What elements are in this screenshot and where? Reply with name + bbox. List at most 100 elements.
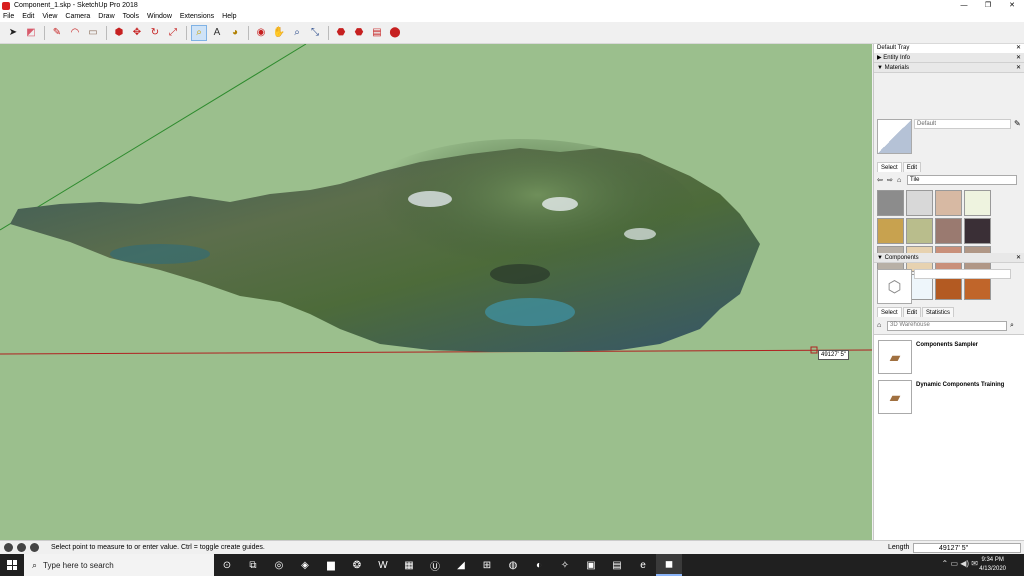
menu-window[interactable]: Window bbox=[147, 13, 172, 20]
material-preview[interactable] bbox=[877, 119, 912, 154]
shapes-tool[interactable]: ▭ bbox=[86, 26, 100, 40]
home-icon[interactable]: ⌂ bbox=[877, 322, 887, 329]
user-icon[interactable] bbox=[30, 543, 39, 552]
text-tool[interactable]: A bbox=[210, 26, 224, 40]
taskbar-app-icon[interactable]: Ⓤ bbox=[422, 554, 448, 576]
taskbar-search-box[interactable]: ⌕ Type here to search bbox=[24, 554, 214, 576]
drawing-viewport[interactable]: 49127' 5" bbox=[0, 44, 872, 540]
material-swatch[interactable] bbox=[877, 218, 904, 244]
measurements-input[interactable]: 49127' 5" bbox=[913, 543, 1021, 553]
taskbar-clock[interactable]: 9:34 PM 4/13/2020 bbox=[979, 556, 1006, 574]
pan-tool[interactable]: ✋ bbox=[272, 26, 286, 40]
orbit-tool[interactable]: ◉ bbox=[254, 26, 268, 40]
taskbar-search-placeholder: Type here to search bbox=[43, 560, 114, 570]
taskbar-app-icon[interactable]: ⧉ bbox=[240, 554, 266, 576]
warehouse-search-input[interactable]: 3D Warehouse bbox=[887, 320, 1007, 331]
status-bar: Select point to measure to or enter valu… bbox=[0, 540, 1024, 554]
taskbar-app-icon[interactable]: ▤ bbox=[604, 554, 630, 576]
forward-arrow-icon[interactable]: ⇨ bbox=[887, 176, 897, 184]
material-collection-select[interactable]: Tile bbox=[907, 175, 1017, 185]
taskbar-app-icon[interactable]: ◎ bbox=[266, 554, 292, 576]
search-icon[interactable]: ⌕ bbox=[1007, 322, 1017, 330]
component-preview[interactable]: ⬡ bbox=[877, 269, 912, 304]
move-tool[interactable]: ✥ bbox=[130, 26, 144, 40]
menu-help[interactable]: Help bbox=[222, 13, 236, 20]
components-tab-edit[interactable]: Edit bbox=[902, 307, 922, 317]
components-tab-select[interactable]: Select bbox=[877, 307, 902, 317]
taskbar-app-icon[interactable]: W bbox=[370, 554, 396, 576]
taskbar-app-icon[interactable]: e bbox=[630, 554, 656, 576]
list-item[interactable]: ▰ Dynamic Components Training bbox=[878, 380, 1023, 416]
menu-extensions[interactable]: Extensions bbox=[180, 13, 214, 20]
taskbar-app-icon[interactable]: ◢ bbox=[448, 554, 474, 576]
paint-bucket-tool[interactable]: ◕ bbox=[228, 26, 242, 40]
taskbar-app-icon[interactable]: ◼ bbox=[656, 554, 682, 576]
components-panel-header[interactable]: ▼ Components ✕ bbox=[874, 253, 1024, 263]
components-tab-statistics[interactable]: Statistics bbox=[922, 307, 955, 317]
select-tool[interactable]: ➤ bbox=[6, 26, 20, 40]
status-message: Select point to measure to or enter valu… bbox=[51, 544, 265, 551]
geolocation-icon[interactable] bbox=[4, 543, 13, 552]
material-swatch[interactable] bbox=[935, 218, 962, 244]
zoom-tool[interactable]: ⌕ bbox=[290, 26, 304, 40]
extension-warehouse-tool[interactable]: ⬣ bbox=[352, 26, 366, 40]
minimize-button[interactable]: — bbox=[952, 0, 976, 11]
materials-tab-select[interactable]: Select bbox=[877, 162, 902, 172]
taskbar-app-icon[interactable]: ✧ bbox=[552, 554, 578, 576]
menu-tools[interactable]: Tools bbox=[123, 13, 139, 20]
material-swatch[interactable] bbox=[906, 218, 933, 244]
taskbar-app-icon[interactable]: ◍ bbox=[500, 554, 526, 576]
menu-camera[interactable]: Camera bbox=[65, 13, 90, 20]
warehouse-tool[interactable]: ⬣ bbox=[334, 26, 348, 40]
tray-title: Default Tray bbox=[877, 45, 910, 51]
materials-panel-header[interactable]: ▼ Materials ✕ bbox=[874, 63, 1024, 73]
rotate-tool[interactable]: ↻ bbox=[148, 26, 162, 40]
back-arrow-icon[interactable]: ⇦ bbox=[877, 176, 887, 184]
system-tray-icons[interactable]: ⌃ ▭ ◀) ✉ bbox=[942, 559, 978, 568]
list-item[interactable]: ▰ Components Sampler bbox=[878, 340, 1023, 376]
material-swatch[interactable] bbox=[964, 218, 991, 244]
home-icon[interactable]: ⌂ bbox=[897, 177, 907, 184]
taskbar-app-icon[interactable]: ◈ bbox=[292, 554, 318, 576]
panel-close-icon[interactable]: ✕ bbox=[1016, 253, 1021, 263]
menu-file[interactable]: File bbox=[3, 13, 14, 20]
menu-edit[interactable]: Edit bbox=[22, 13, 34, 20]
taskbar-app-icon[interactable]: ▦ bbox=[396, 554, 422, 576]
taskbar-app-icon[interactable]: ▣ bbox=[578, 554, 604, 576]
eraser-tool[interactable]: ◩ bbox=[24, 26, 38, 40]
restore-button[interactable]: ❐ bbox=[976, 0, 1000, 11]
credits-icon[interactable] bbox=[17, 543, 26, 552]
close-button[interactable]: ✕ bbox=[1000, 0, 1024, 11]
taskbar-app-icon[interactable]: ◐ bbox=[526, 554, 552, 576]
layout-tool[interactable]: ▤ bbox=[370, 26, 384, 40]
extension-manager-tool[interactable]: ⬤ bbox=[388, 26, 402, 40]
taskbar-app-icon[interactable]: ⊞ bbox=[474, 554, 500, 576]
tape-measure-tool[interactable]: ⌕ bbox=[191, 24, 207, 41]
menu-view[interactable]: View bbox=[42, 13, 57, 20]
eyedropper-icon[interactable]: ✎ bbox=[1014, 119, 1021, 128]
toolbar-separator bbox=[44, 25, 45, 40]
warehouse-search-row: ⌂ 3D Warehouse ⌕ bbox=[877, 320, 1017, 331]
menu-draw[interactable]: Draw bbox=[98, 13, 114, 20]
windows-taskbar: ⌕ Type here to search ⊙ ⧉ ◎ ◈ ▆ ❂ W ▦ Ⓤ ◢ ⊞ ◍ ◐ ✧ ▣ ▤ e ◼… bbox=[0, 554, 1024, 576]
material-swatch[interactable] bbox=[935, 190, 962, 216]
material-swatch[interactable] bbox=[877, 190, 904, 216]
windows-start-button[interactable] bbox=[0, 554, 24, 576]
panel-close-icon[interactable]: ✕ bbox=[1016, 63, 1021, 73]
entity-info-panel-header[interactable]: ▶ Entity Info ✕ bbox=[874, 53, 1024, 63]
material-swatch[interactable] bbox=[906, 190, 933, 216]
materials-tab-edit[interactable]: Edit bbox=[902, 162, 922, 172]
component-name-field[interactable] bbox=[914, 269, 1011, 279]
taskbar-app-icon[interactable]: ▆ bbox=[318, 554, 344, 576]
material-name-field[interactable]: Default bbox=[914, 119, 1011, 129]
arc-tool[interactable]: ◠ bbox=[68, 26, 82, 40]
push-pull-tool[interactable]: ⬢ bbox=[112, 26, 126, 40]
material-swatch[interactable] bbox=[964, 190, 991, 216]
zoom-extents-tool[interactable]: ⤡ bbox=[308, 26, 322, 40]
tray-close-icon[interactable]: ✕ bbox=[1016, 44, 1021, 53]
panel-close-icon[interactable]: ✕ bbox=[1016, 53, 1021, 63]
line-tool[interactable]: ✎ bbox=[50, 26, 64, 40]
taskbar-app-icon[interactable]: ⊙ bbox=[214, 554, 240, 576]
taskbar-app-icon[interactable]: ❂ bbox=[344, 554, 370, 576]
scale-tool[interactable]: ⤢ bbox=[166, 26, 180, 40]
